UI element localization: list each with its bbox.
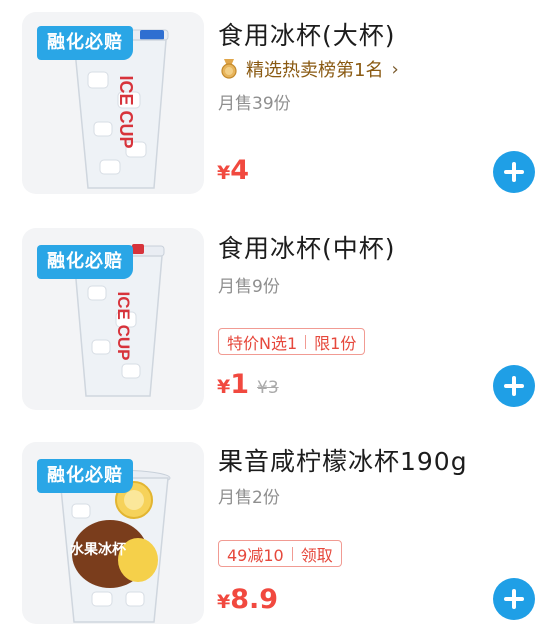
melt-guarantee-badge: 融化必赔 — [37, 26, 133, 60]
currency-symbol: ¥ — [217, 162, 231, 184]
chevron-right-icon: › — [391, 58, 399, 80]
claim-text: 领取 — [300, 545, 333, 565]
rank-text: 精选热卖榜第1名 — [246, 60, 384, 81]
melt-guarantee-badge: 融化必赔 — [37, 245, 133, 279]
promo-tag[interactable]: 特价N选1 限1份 — [218, 328, 366, 355]
svg-text:水果冰杯: 水果冰杯 — [70, 541, 127, 558]
medal-icon — [221, 59, 237, 79]
monthly-sales: 月售2份 — [218, 488, 280, 508]
product-item[interactable]: 水果冰杯 融化必赔 果音咸柠檬冰杯190g 月售2份 49减10 领取 ¥8.9 — [0, 427, 555, 628]
coupon-tag[interactable]: 49减10 领取 — [218, 540, 342, 567]
currency-symbol: ¥ — [217, 376, 231, 398]
currency-symbol: ¥ — [217, 591, 231, 613]
product-image[interactable]: ICE CUP 融化必赔 — [22, 228, 204, 410]
product-list: ICE CUP 融化必赔 食用冰杯(大杯) 精选热卖榜第1名 › 月售39份 ¥… — [0, 0, 555, 628]
monthly-sales: 月售39份 — [218, 94, 291, 114]
rank-link[interactable]: 精选热卖榜第1名 › — [218, 56, 399, 82]
product-title[interactable]: 食用冰杯(中杯) — [218, 229, 396, 265]
original-price: ¥3 — [257, 378, 279, 398]
product-title[interactable]: 食用冰杯(大杯) — [218, 16, 396, 52]
price-value: 1 — [230, 369, 250, 400]
add-to-cart-button[interactable] — [493, 151, 535, 193]
add-to-cart-button[interactable] — [493, 365, 535, 407]
monthly-sales: 月售9份 — [218, 277, 280, 297]
product-image[interactable]: 水果冰杯 融化必赔 — [22, 442, 204, 624]
product-image[interactable]: ICE CUP 融化必赔 — [22, 12, 204, 194]
promo-left-text: 特价N选1 — [227, 333, 298, 353]
svg-text:ICE CUP: ICE CUP — [116, 75, 136, 148]
price: ¥1 ¥3 — [217, 369, 279, 400]
promo-right-text: 限1份 — [314, 333, 357, 353]
price-value: 4 — [230, 155, 250, 186]
product-title[interactable]: 果音咸柠檬冰杯190g — [218, 442, 468, 478]
add-to-cart-button[interactable] — [493, 578, 535, 620]
price-value: 8.9 — [230, 584, 279, 615]
melt-guarantee-badge: 融化必赔 — [37, 459, 133, 493]
promo-divider — [305, 334, 307, 349]
price: ¥4 — [217, 155, 249, 186]
price: ¥8.9 — [217, 584, 278, 615]
coupon-text: 49减10 — [227, 545, 284, 565]
svg-text:ICE CUP: ICE CUP — [114, 292, 133, 361]
promo-divider — [291, 546, 293, 561]
product-item[interactable]: ICE CUP 融化必赔 食用冰杯(中杯) 月售9份 特价N选1 限1份 ¥1 ¥… — [0, 213, 555, 423]
product-item[interactable]: ICE CUP 融化必赔 食用冰杯(大杯) 精选热卖榜第1名 › 月售39份 ¥… — [0, 0, 555, 210]
